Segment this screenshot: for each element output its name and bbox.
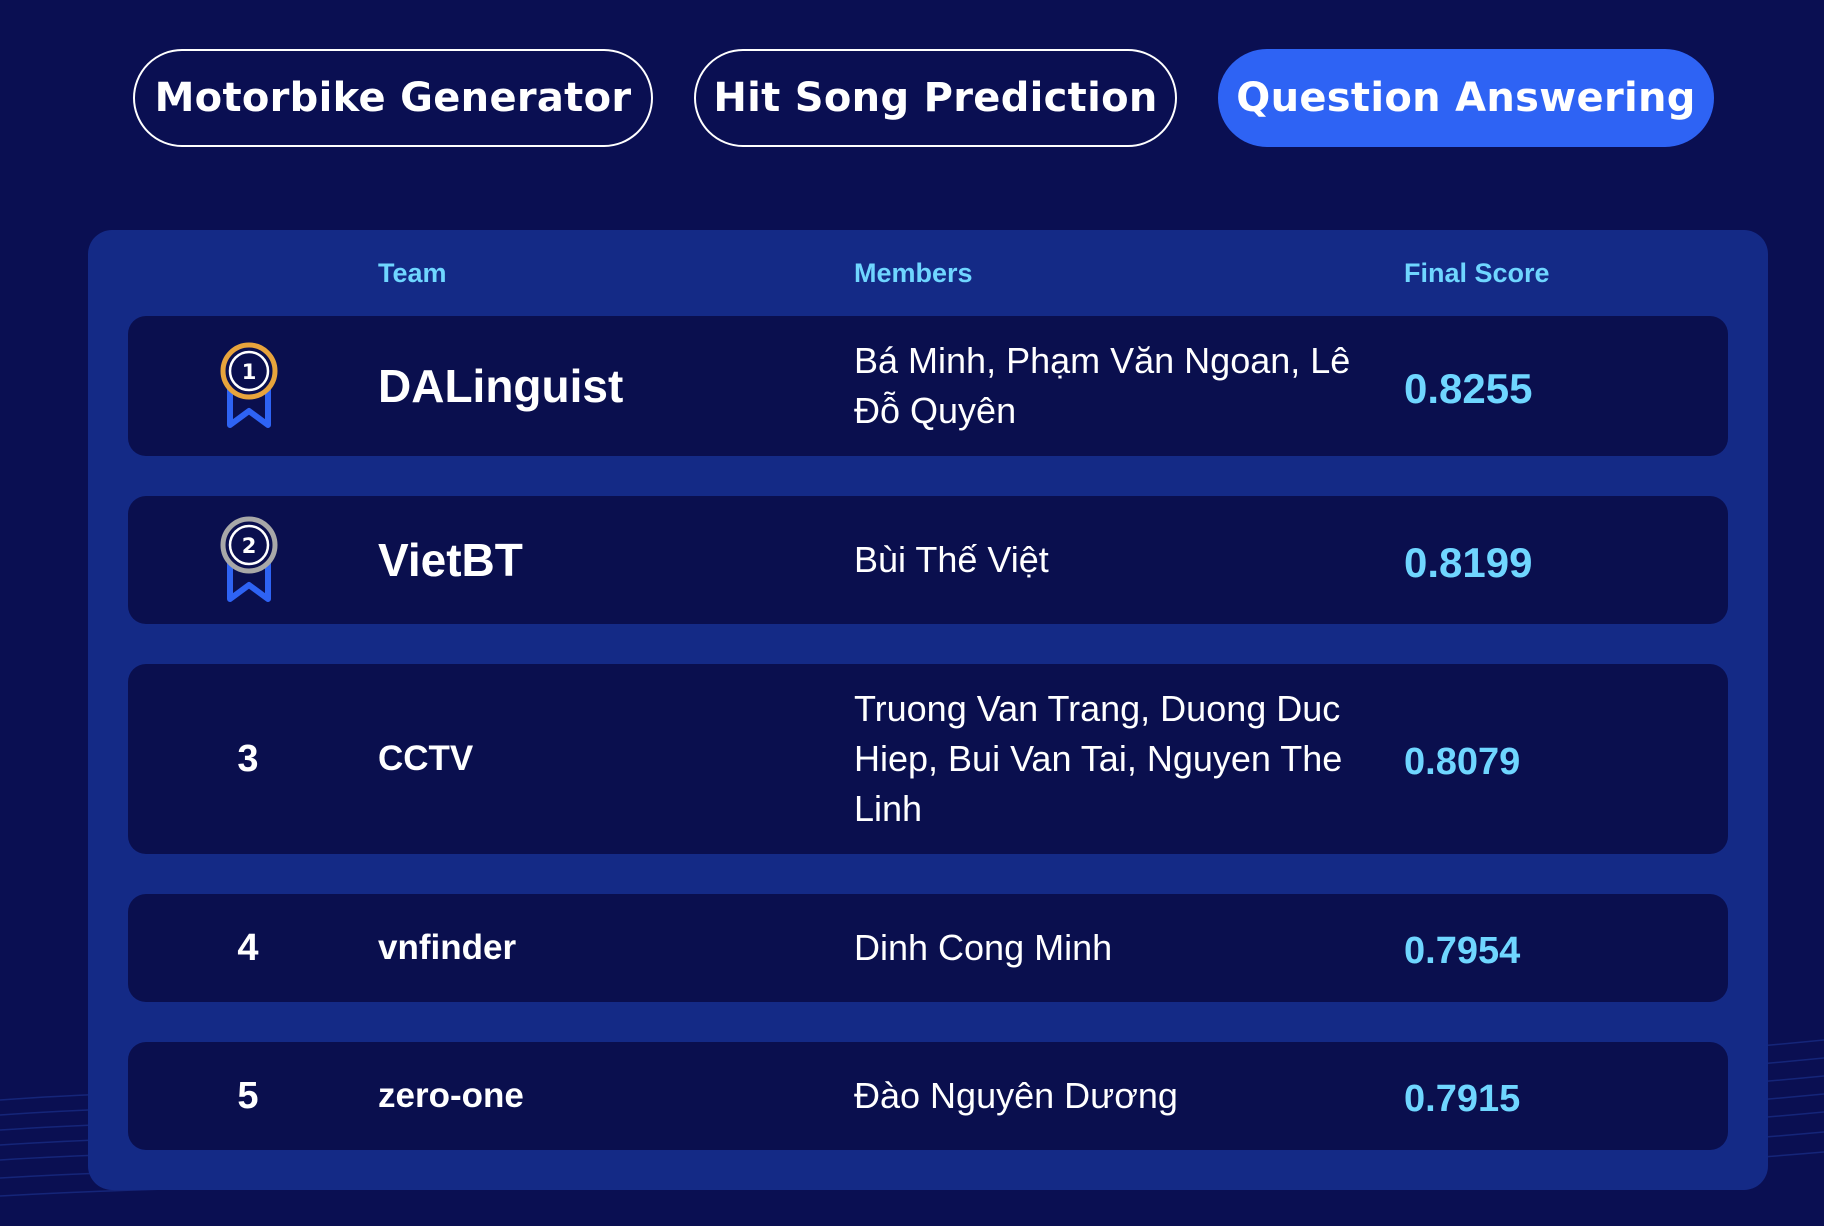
leaderboard-header: Team Members Final Score xyxy=(88,258,1768,298)
final-score: 0.7915 xyxy=(1404,1077,1521,1120)
team-name: CCTV xyxy=(378,739,474,778)
rank-2-text: 2 xyxy=(242,534,257,558)
leaderboard-row-4: 4 vnfinder Dinh Cong Minh 0.7954 xyxy=(128,894,1728,1002)
tab-hit-song-prediction[interactable]: Hit Song Prediction xyxy=(694,49,1177,147)
team-members: Dinh Cong Minh xyxy=(854,927,1113,968)
final-score: 0.8199 xyxy=(1404,539,1533,586)
rank-1-text: 1 xyxy=(242,360,257,384)
rank-number: 4 xyxy=(237,926,259,969)
silver-medal-icon: 2 xyxy=(218,515,280,605)
leaderboard-row-1: 1 DALinguist Bá Minh, Phạm Văn Ngoan, Lê… xyxy=(128,316,1728,456)
final-score: 0.8079 xyxy=(1404,740,1521,783)
team-name: zero-one xyxy=(378,1076,524,1115)
gold-medal-icon: 1 xyxy=(218,341,280,431)
team-members: Đào Nguyên Dương xyxy=(854,1075,1178,1116)
final-score: 0.7954 xyxy=(1404,929,1521,972)
rank-number: 5 xyxy=(237,1074,259,1117)
rank-number: 3 xyxy=(237,737,259,780)
team-members: Truong Van Trang, Duong Duc Hiep, Bui Va… xyxy=(854,688,1343,829)
challenge-tabs: Motorbike Generator Hit Song Prediction … xyxy=(0,0,1824,160)
leaderboard-row-5: 5 zero-one Đào Nguyên Dương 0.7915 xyxy=(128,1042,1728,1150)
team-members: Bá Minh, Phạm Văn Ngoan, Lê Đỗ Quyên xyxy=(854,340,1351,431)
leaderboard-row-3: 3 CCTV Truong Van Trang, Duong Duc Hiep,… xyxy=(128,664,1728,854)
final-score: 0.8255 xyxy=(1404,365,1533,412)
header-members: Members xyxy=(854,258,973,288)
header-final-score: Final Score xyxy=(1404,258,1550,288)
leaderboard-panel: Team Members Final Score 1 DALinguist Bá… xyxy=(88,230,1768,1190)
team-name: vnfinder xyxy=(378,928,517,967)
team-name: DALinguist xyxy=(378,360,624,412)
team-name: VietBT xyxy=(378,534,523,586)
header-team: Team xyxy=(378,258,447,288)
team-members: Bùi Thế Việt xyxy=(854,539,1049,580)
tab-question-answering[interactable]: Question Answering xyxy=(1218,49,1714,147)
tab-motorbike-generator[interactable]: Motorbike Generator xyxy=(133,49,653,147)
leaderboard-row-2: 2 VietBT Bùi Thế Việt 0.8199 xyxy=(128,496,1728,624)
